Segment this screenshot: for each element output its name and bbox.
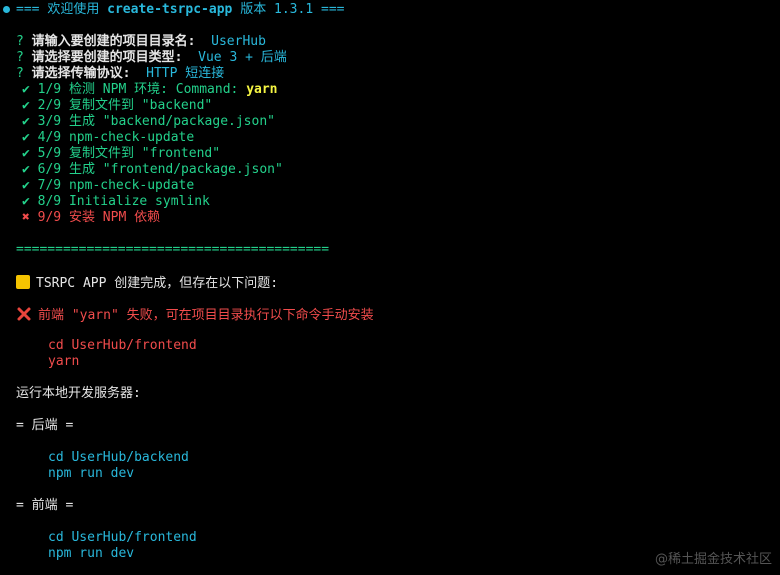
command-line: cd UserHub/backend	[48, 450, 189, 465]
error-text: 前端 "yarn" 失败，可在项目目录执行以下命令手动安装	[38, 308, 374, 323]
checkmark-icon: ✔	[22, 98, 30, 113]
step-text: 8/9 Initialize symlink	[37, 194, 210, 209]
question-mark-icon: ?	[16, 50, 24, 65]
command-line: cd UserHub/frontend	[48, 530, 197, 545]
header-version: 1.3.1	[274, 2, 314, 17]
error-cross-icon	[17, 307, 31, 321]
step-line: ✔ 6/9 生成 "frontend/package.json"	[22, 162, 283, 178]
prompt-line: ? 请选择传输协议: HTTP 短连接	[16, 66, 224, 82]
checkmark-icon: ✔	[22, 130, 30, 145]
header-suffix: ===	[313, 2, 345, 17]
checkmark-icon: ✔	[22, 162, 30, 177]
command-line: yarn	[48, 354, 80, 369]
step-text: 4/9 npm-check-update	[37, 130, 195, 145]
step-text: 7/9 npm-check-update	[37, 178, 195, 193]
step-line: ✔ 8/9 Initialize symlink	[22, 194, 210, 210]
step-highlight: yarn	[246, 82, 278, 97]
header-prefix: ===	[16, 2, 48, 17]
question-mark-icon: ?	[16, 34, 24, 49]
step-line: ✔ 5/9 复制文件到 "frontend"	[22, 146, 220, 162]
checkmark-icon: ✔	[22, 114, 30, 129]
step-text: 6/9 生成 "frontend/package.json"	[37, 162, 283, 177]
header-version-label: 版本	[232, 2, 275, 17]
step-line: ✔ 1/9 检测 NPM 环境: Command: yarn	[22, 82, 278, 98]
step-line: ✔ 3/9 生成 "backend/package.json"	[22, 114, 275, 130]
welcome-header: === 欢迎使用 create-tsrpc-app 版本 1.3.1 ===	[16, 2, 344, 18]
separator: ========================================	[16, 242, 330, 257]
question-mark-icon: ?	[16, 66, 24, 81]
status-dot-icon	[3, 6, 10, 13]
terminal-window: === 欢迎使用 create-tsrpc-app 版本 1.3.1 === ?…	[0, 0, 780, 575]
warning-square-icon	[16, 275, 30, 289]
step-text: 3/9 生成 "backend/package.json"	[37, 114, 275, 129]
step-line-failed: ✖ 9/9 安装 NPM 依赖	[22, 210, 160, 226]
checkmark-icon: ✔	[22, 178, 30, 193]
frontend-title: = 前端 =	[16, 498, 74, 513]
header-welcome: 欢迎使用	[47, 2, 108, 17]
prompt-answer: UserHub	[211, 34, 266, 49]
prompt-line: ? 请输入要创建的项目目录名: UserHub	[16, 34, 266, 50]
step-line: ✔ 4/9 npm-check-update	[22, 130, 194, 146]
command-line: cd UserHub/frontend	[48, 338, 197, 353]
backend-title: = 后端 =	[16, 418, 74, 433]
run-title: 运行本地开发服务器:	[16, 386, 141, 401]
checkmark-icon: ✔	[22, 194, 30, 209]
header-app-name: create-tsrpc-app	[107, 2, 233, 17]
cross-icon: ✖	[22, 210, 30, 225]
prompt-question: 请输入要创建的项目目录名:	[31, 34, 196, 49]
prompt-line: ? 请选择要创建的项目类型: Vue 3 + 后端	[16, 50, 287, 66]
step-line: ✔ 7/9 npm-check-update	[22, 178, 194, 194]
step-text: 9/9 安装 NPM 依赖	[37, 210, 161, 225]
step-text: 5/9 复制文件到 "frontend"	[37, 146, 221, 161]
command-line: npm run dev	[48, 546, 135, 561]
prompt-answer: Vue 3 + 后端	[198, 50, 287, 65]
checkmark-icon: ✔	[22, 146, 30, 161]
step-line: ✔ 2/9 复制文件到 "backend"	[22, 98, 212, 114]
warning-text: TSRPC APP 创建完成，但存在以下问题:	[36, 276, 279, 291]
error-line: 前端 "yarn" 失败，可在项目目录执行以下命令手动安装	[16, 306, 374, 323]
command-line: npm run dev	[48, 466, 135, 481]
prompt-question: 请选择传输协议:	[31, 66, 131, 81]
checkmark-icon: ✔	[22, 82, 30, 97]
prompt-question: 请选择要创建的项目类型:	[31, 50, 183, 65]
step-text: 2/9 复制文件到 "backend"	[37, 98, 213, 113]
step-text: 1/9 检测 NPM 环境: Command:	[37, 82, 247, 97]
prompt-answer: HTTP 短连接	[146, 66, 225, 81]
warning-line: TSRPC APP 创建完成，但存在以下问题:	[16, 275, 278, 291]
watermark: @稀土掘金技术社区	[654, 552, 772, 567]
